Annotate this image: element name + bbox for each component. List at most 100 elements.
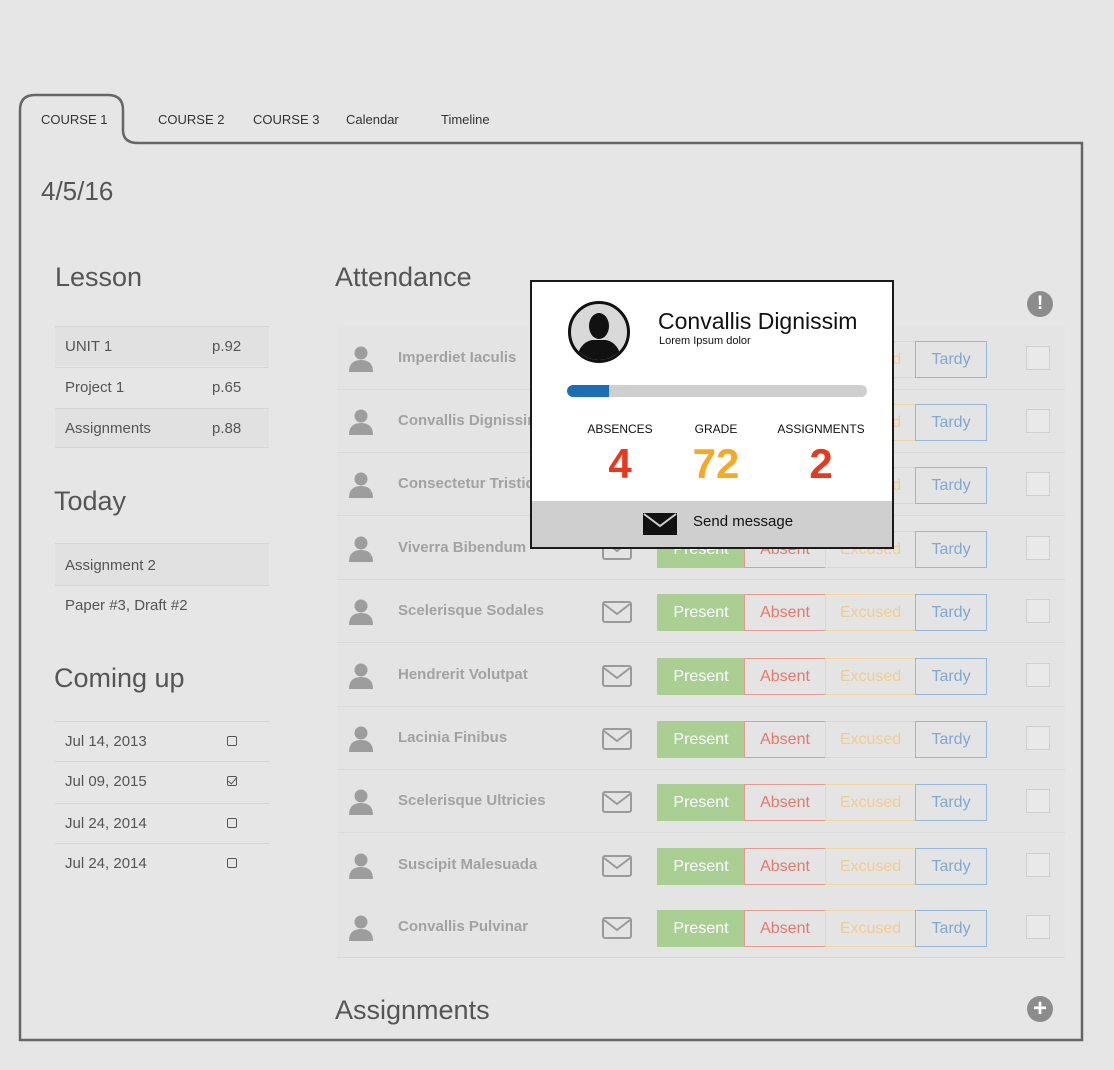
lesson-item-label: Assignments [65,420,151,437]
excused-button[interactable]: Excused [825,784,916,821]
row-checkbox[interactable] [1026,663,1050,687]
envelope-icon[interactable] [602,917,632,939]
coming-up-checkbox[interactable] [227,776,237,786]
assignments-value: 2 [809,440,833,487]
excused-button[interactable]: Excused [825,721,916,758]
person-icon [349,409,373,435]
excused-button[interactable]: Excused [825,594,916,631]
attendance-row: Hendrerit Volutpat Present Absent Excuse… [337,644,1065,707]
student-name[interactable]: Viverra Bibendum [398,539,526,556]
tardy-button[interactable]: Tardy [915,467,987,504]
present-button[interactable]: Present [657,594,745,631]
lesson-item[interactable]: UNIT 1 p.92 [55,326,269,366]
student-name[interactable]: Suscipit Malesuada [398,856,537,873]
person-icon [349,472,373,498]
row-checkbox[interactable] [1026,853,1050,877]
envelope-icon[interactable] [602,601,632,623]
attendance-row: Convallis Pulvinar Present Absent Excuse… [337,896,1065,958]
student-name[interactable]: Convallis Dignissim [398,412,541,429]
tardy-button[interactable]: Tardy [915,658,987,695]
tab-course-3[interactable]: COURSE 3 [253,112,319,127]
absent-button[interactable]: Absent [744,594,826,631]
send-message-button[interactable]: Send message [532,501,892,547]
attendance-heading: Attendance [335,262,472,292]
row-checkbox[interactable] [1026,346,1050,370]
person-icon [349,599,373,625]
absent-button[interactable]: Absent [744,784,826,821]
progress-bar [567,385,867,397]
row-checkbox[interactable] [1026,599,1050,623]
envelope-icon[interactable] [602,791,632,813]
tardy-button[interactable]: Tardy [915,594,987,631]
envelope-icon [643,513,677,535]
tardy-button[interactable]: Tardy [915,721,987,758]
attendance-row: Lacinia Finibus Present Absent Excused T… [337,707,1065,770]
exclamation-circle-icon[interactable]: ! [1027,291,1053,317]
excused-button[interactable]: Excused [825,658,916,695]
tab-calendar[interactable]: Calendar [346,112,399,127]
person-icon [349,663,373,689]
student-name[interactable]: Scelerisque Sodales [398,602,544,619]
today-item-label: Paper #3, Draft #2 [65,597,188,614]
coming-up-checkbox[interactable] [227,736,237,746]
coming-up-heading: Coming up [54,663,185,693]
coming-up-checkbox[interactable] [227,818,237,828]
coming-up-item: Jul 14, 2013 [55,721,269,761]
row-checkbox[interactable] [1026,789,1050,813]
popup-student-name: Convallis Dignissim [658,308,858,334]
coming-up-item: Jul 24, 2014 [55,843,269,883]
present-button[interactable]: Present [657,784,745,821]
person-icon [349,536,373,562]
absent-button[interactable]: Absent [744,721,826,758]
present-button[interactable]: Present [657,721,745,758]
person-icon [349,915,373,941]
excused-button[interactable]: Excused [825,848,916,885]
row-checkbox[interactable] [1026,536,1050,560]
tardy-button[interactable]: Tardy [915,341,987,378]
lesson-item[interactable]: Assignments p.88 [55,408,269,448]
person-icon [349,853,373,879]
row-checkbox[interactable] [1026,726,1050,750]
assignments-label: ASSIGNMENTS [777,422,865,436]
tardy-button[interactable]: Tardy [915,910,987,947]
coming-up-checkbox[interactable] [227,858,237,868]
absent-button[interactable]: Absent [744,658,826,695]
present-button[interactable]: Present [657,658,745,695]
tab-course-1[interactable]: COURSE 1 [41,112,107,127]
envelope-icon[interactable] [602,728,632,750]
envelope-icon[interactable] [602,665,632,687]
tardy-button[interactable]: Tardy [915,404,987,441]
today-item[interactable]: Assignment 2 [55,543,269,585]
envelope-icon[interactable] [602,855,632,877]
absent-button[interactable]: Absent [744,910,826,947]
excused-button[interactable]: Excused [825,910,916,947]
today-item-label: Assignment 2 [65,557,156,574]
present-button[interactable]: Present [657,910,745,947]
student-name[interactable]: Lacinia Finibus [398,729,507,746]
lesson-item-label: Project 1 [65,379,125,396]
row-checkbox[interactable] [1026,472,1050,496]
student-name[interactable]: Scelerisque Ultricies [398,792,546,809]
today-item[interactable]: Paper #3, Draft #2 [55,585,269,625]
student-name[interactable]: Hendrerit Volutpat [398,666,528,683]
student-name[interactable]: Imperdiet Iaculis [398,349,516,366]
tab-course-2[interactable]: COURSE 2 [158,112,224,127]
lesson-heading: Lesson [55,262,143,292]
page-date: 4/5/16 [41,176,114,206]
row-checkbox[interactable] [1026,409,1050,433]
tab-timeline[interactable]: Timeline [441,112,490,127]
tardy-button[interactable]: Tardy [915,848,987,885]
person-icon [349,346,373,372]
present-button[interactable]: Present [657,848,745,885]
student-name[interactable]: Convallis Pulvinar [398,918,528,935]
row-checkbox[interactable] [1026,915,1050,939]
popup-student-subtitle: Lorem Ipsum dolor [659,335,751,347]
plus-circle-icon[interactable]: + [1027,996,1053,1022]
grade-value: 72 [692,440,740,487]
attendance-row: Scelerisque Sodales Present Absent Excus… [337,580,1065,643]
absent-button[interactable]: Absent [744,848,826,885]
tardy-button[interactable]: Tardy [915,531,987,568]
avatar [568,301,630,363]
tardy-button[interactable]: Tardy [915,784,987,821]
lesson-item[interactable]: Project 1 p.65 [55,367,269,407]
